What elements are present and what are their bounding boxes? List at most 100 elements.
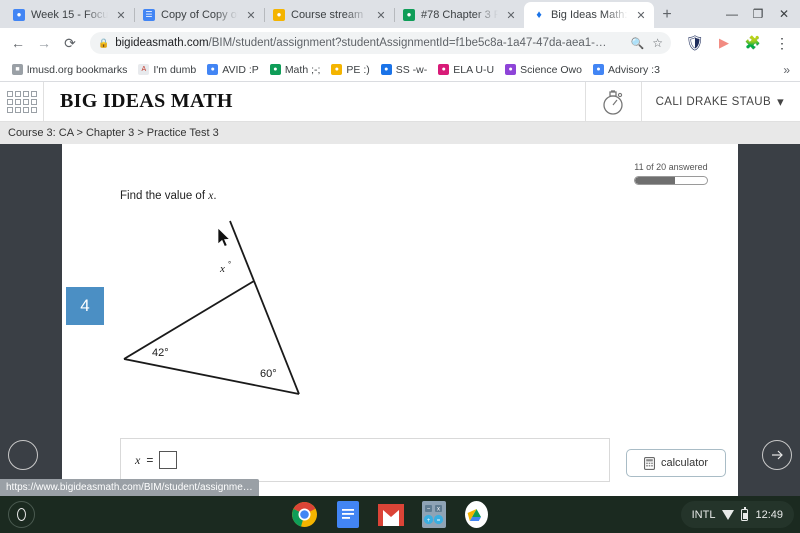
lock-icon: 🔒 bbox=[98, 37, 110, 48]
bookmark-item[interactable]: ● SS -w- bbox=[377, 62, 432, 78]
browser-tab-active[interactable]: ♦ Big Ideas Math:: ✕ bbox=[524, 2, 654, 28]
apps-grid-glyph bbox=[6, 90, 37, 113]
bookmarks-bar: ■ lmusd.org bookmarks A I'm dumb ● AVID … bbox=[0, 58, 800, 82]
zoom-icon[interactable]: 🔍 bbox=[631, 37, 645, 50]
chrome-icon[interactable] bbox=[290, 500, 319, 529]
angle-label-42: 42° bbox=[152, 347, 169, 359]
question-prompt: Find the value of x. bbox=[120, 190, 217, 202]
tab-title: Copy of Copy of C bbox=[161, 9, 238, 21]
progress-indicator: 11 of 20 answered bbox=[634, 162, 708, 185]
bookmark-item[interactable]: ● PE :) bbox=[327, 62, 373, 78]
contacts-icon: ● bbox=[592, 64, 604, 75]
question-number-badge: 4 bbox=[66, 287, 104, 325]
browser-tab[interactable]: ☰ Copy of Copy of C ✕ bbox=[134, 2, 264, 28]
shield-icon[interactable]: 🛡 bbox=[683, 31, 707, 55]
progress-bar bbox=[634, 176, 708, 185]
user-menu[interactable]: CALI DRAKE STAUB ▾ bbox=[640, 82, 800, 122]
apps-grid-icon[interactable] bbox=[0, 82, 44, 122]
angle-label-60: 60° bbox=[260, 368, 277, 380]
calculator-button[interactable]: calculator bbox=[626, 449, 726, 477]
page-content: BIG IDEAS MATH CALI DRAKE STAUB ▾ Course… bbox=[0, 82, 800, 496]
breadcrumb: Course 3: CA > Chapter 3 > Practice Test… bbox=[0, 122, 800, 144]
bookmark-item[interactable]: ● Science Owo bbox=[501, 62, 586, 78]
close-icon[interactable]: ✕ bbox=[114, 9, 128, 22]
forward-button[interactable]: → bbox=[32, 31, 56, 55]
url-host: bigideasmath.com bbox=[115, 37, 209, 49]
answer-row: x = bbox=[120, 438, 610, 482]
previous-question-button[interactable]: arrow-left-icon bbox=[8, 440, 38, 470]
browser-tab[interactable]: ● #78 Chapter 3 Pr ✕ bbox=[394, 2, 524, 28]
bookmark-item[interactable]: ● Advisory :3 bbox=[589, 62, 664, 78]
launcher-icon[interactable] bbox=[8, 501, 35, 528]
bookmark-item[interactable]: ● AVID :P bbox=[203, 62, 263, 78]
star-icon[interactable]: ☆ bbox=[652, 36, 663, 50]
classroom-icon: ● bbox=[269, 64, 281, 75]
next-question-button[interactable] bbox=[762, 440, 792, 470]
screen: ● Week 15 - Focus ✕ ☰ Copy of Copy of C … bbox=[0, 0, 800, 533]
bookmark-label: I'm dumb bbox=[153, 63, 197, 76]
calculator-icon bbox=[644, 456, 655, 470]
minimize-button[interactable]: — bbox=[720, 4, 744, 24]
menu-icon[interactable]: ⋮ bbox=[770, 31, 794, 55]
puzzle-icon[interactable]: 🧩 bbox=[741, 31, 765, 55]
locale-label: INTL bbox=[691, 508, 716, 521]
status-bar-url: https://www.bigideasmath.com/BIM/student… bbox=[0, 479, 259, 496]
bookmarks-overflow-button[interactable]: » bbox=[783, 63, 792, 77]
window-controls: — ❐ ✕ bbox=[720, 4, 796, 24]
arrow-right-icon bbox=[772, 450, 783, 460]
tab-title: #78 Chapter 3 Pr bbox=[421, 9, 498, 21]
degree-symbol-x: ° bbox=[228, 260, 231, 269]
bookmark-label: lmusd.org bookmarks bbox=[27, 63, 128, 76]
browser-toolbar: ← → ⟳ 🔒 bigideasmath.com/BIM/student/ass… bbox=[0, 28, 800, 58]
chromeos-shelf: − x + = INTL 12:49 bbox=[0, 496, 800, 533]
classroom-icon: ● bbox=[331, 64, 343, 75]
bookmark-label: Science Owo bbox=[520, 63, 582, 76]
reload-button[interactable]: ⟳ bbox=[58, 31, 82, 55]
stopwatch-icon[interactable] bbox=[584, 82, 641, 122]
google-drive-icon[interactable] bbox=[462, 500, 491, 529]
tab-strip: ● Week 15 - Focus ✕ ☰ Copy of Copy of C … bbox=[0, 0, 800, 28]
address-bar[interactable]: 🔒 bigideasmath.com/BIM/student/assignmen… bbox=[90, 32, 671, 54]
maximize-button[interactable]: ❐ bbox=[746, 4, 770, 24]
google-docs-icon[interactable] bbox=[333, 500, 362, 529]
adobe-icon: A bbox=[138, 64, 150, 75]
close-window-button[interactable]: ✕ bbox=[772, 4, 796, 24]
answer-variable-label: x bbox=[135, 452, 141, 467]
url-path: /BIM/student/assignment?studentAssignmen… bbox=[208, 37, 607, 49]
back-button[interactable]: ← bbox=[6, 31, 30, 55]
contacts-icon: ● bbox=[505, 64, 517, 75]
close-icon[interactable]: ✕ bbox=[504, 9, 518, 22]
app-header: BIG IDEAS MATH CALI DRAKE STAUB ▾ bbox=[0, 82, 800, 122]
bookmark-item[interactable]: ■ lmusd.org bookmarks bbox=[8, 62, 131, 78]
close-icon[interactable]: ✕ bbox=[634, 9, 648, 22]
clock-label: 12:49 bbox=[755, 508, 783, 521]
browser-tab[interactable]: ● Course stream ✕ bbox=[264, 2, 394, 28]
geometry-figure: x ° 42° 60° bbox=[102, 204, 402, 424]
question-paper: 11 of 20 answered Find the value of x. 4 bbox=[62, 144, 738, 496]
header-right: CALI DRAKE STAUB ▾ bbox=[584, 82, 800, 122]
brand-logo: BIG IDEAS MATH bbox=[60, 90, 233, 112]
bookmark-label: ELA U-U bbox=[453, 63, 495, 76]
bookmark-item[interactable]: ● Math ;-; bbox=[266, 62, 325, 78]
docs-icon: ☰ bbox=[143, 9, 155, 21]
system-tray[interactable]: INTL 12:49 bbox=[680, 501, 794, 528]
bookmark-label: Advisory :3 bbox=[607, 63, 660, 76]
play-icon[interactable]: ▶ bbox=[712, 31, 736, 55]
folder-icon: ■ bbox=[12, 64, 23, 75]
bookmark-item[interactable]: ● ELA U-U bbox=[434, 62, 498, 78]
contacts-icon: ● bbox=[13, 9, 25, 21]
extension-icons: 🛡 ▶ 🧩 ⋮ bbox=[679, 31, 794, 55]
close-icon[interactable]: ✕ bbox=[374, 9, 388, 22]
calculator-app-icon[interactable]: − x + = bbox=[419, 500, 448, 529]
progress-bar-fill bbox=[635, 177, 675, 184]
user-name: CALI DRAKE STAUB bbox=[655, 95, 772, 108]
contacts-icon: ● bbox=[207, 64, 219, 75]
close-icon[interactable]: ✕ bbox=[244, 9, 258, 22]
answer-equals-sign: = bbox=[146, 453, 154, 467]
answer-input[interactable] bbox=[159, 451, 178, 469]
bookmark-label: PE :) bbox=[346, 63, 370, 76]
browser-tab[interactable]: ● Week 15 - Focus ✕ bbox=[4, 2, 134, 28]
bookmark-item[interactable]: A I'm dumb bbox=[134, 62, 200, 78]
new-tab-button[interactable]: + bbox=[654, 2, 680, 28]
gmail-icon[interactable] bbox=[376, 500, 405, 529]
